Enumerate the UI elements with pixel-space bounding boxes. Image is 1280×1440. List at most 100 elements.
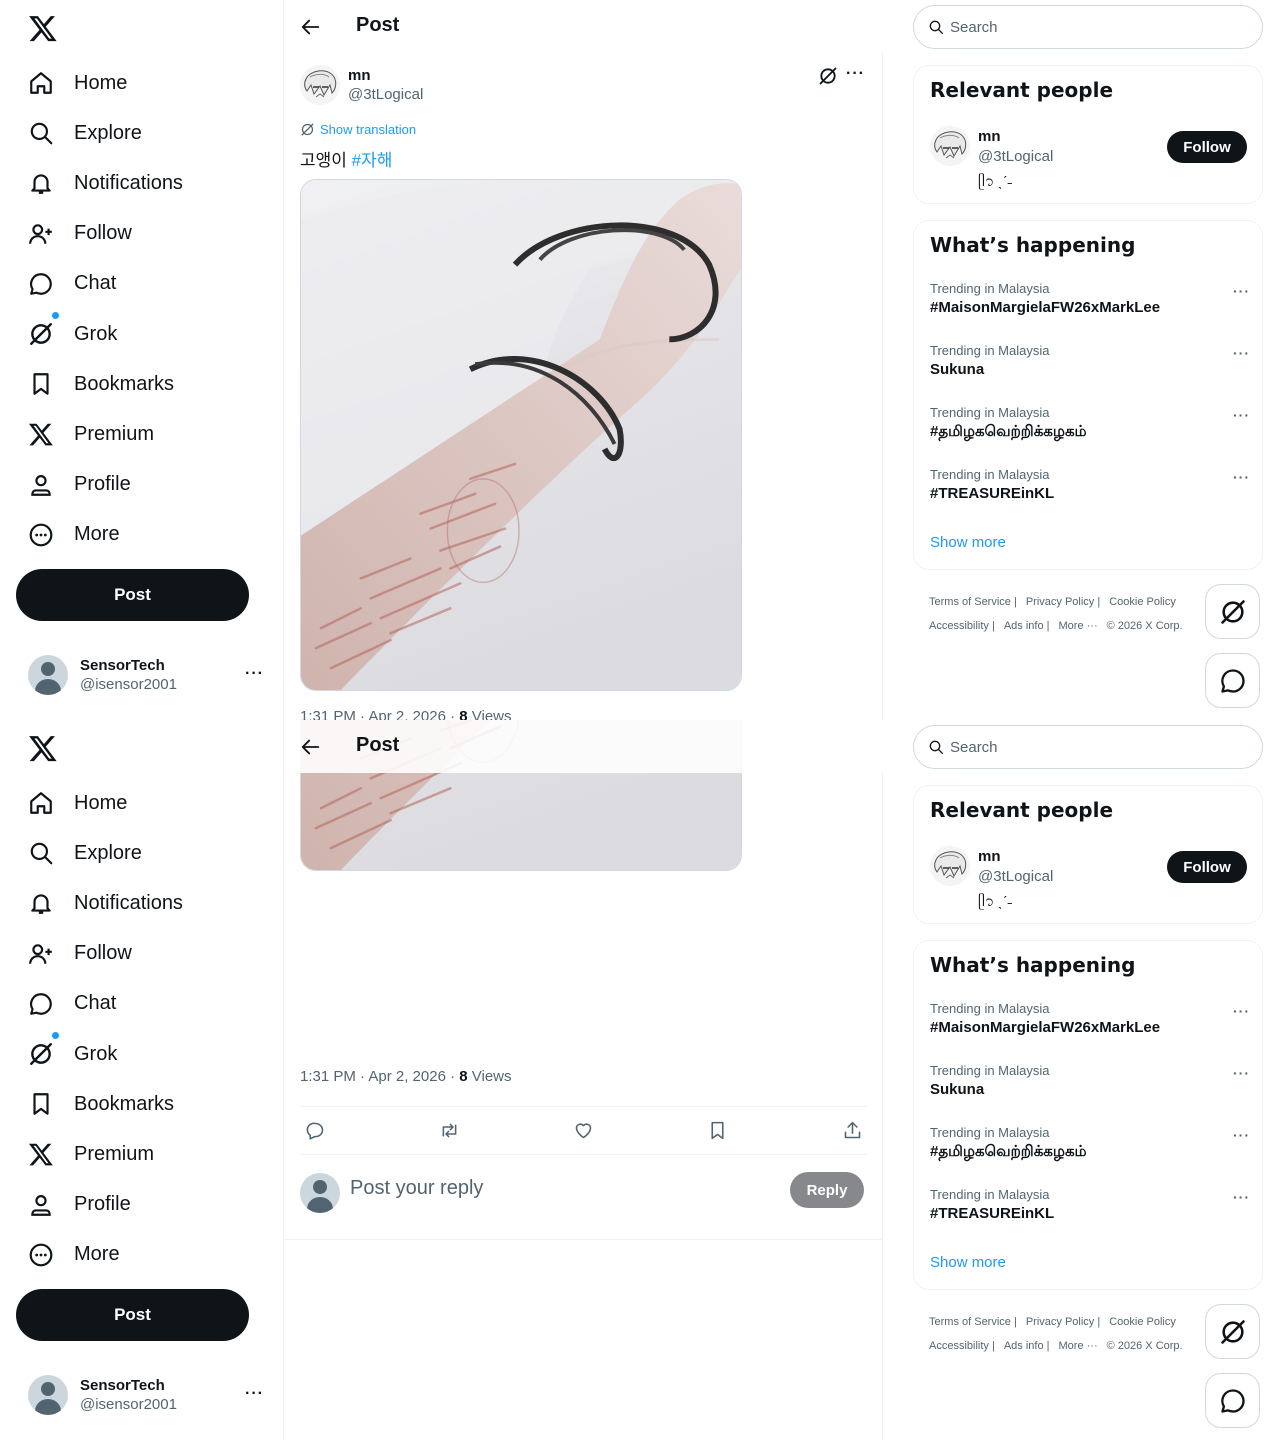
nav-item-notifications[interactable]: Notifications [16, 158, 266, 208]
grok-icon[interactable] [818, 66, 838, 86]
avatar[interactable] [930, 126, 970, 166]
trend-item[interactable]: Trending in Malaysia #தமிழகவெற்றிக்கழகம் ·… [930, 1125, 1250, 1181]
trend-item[interactable]: Trending in Malaysia #தமிழகவெற்றிக்கழகம் ·… [930, 405, 1250, 461]
more-icon[interactable]: ··· [1233, 1189, 1250, 1205]
footer-link[interactable]: Accessibility | [929, 1340, 995, 1352]
trend-item[interactable]: Trending in Malaysia Sukuna ··· [930, 1063, 1250, 1119]
more-icon[interactable]: ··· [1233, 283, 1250, 299]
more-icon[interactable]: ··· [846, 65, 865, 83]
trend-item[interactable]: Trending in Malaysia #MaisonMargielaFW26x… [930, 1001, 1250, 1057]
separator: · [445, 708, 460, 720]
footer-link[interactable]: Privacy Policy | [1026, 596, 1100, 608]
follow-button[interactable]: Follow [1167, 131, 1247, 163]
show-more-link[interactable]: Show more [930, 1254, 1006, 1271]
person-handle[interactable]: @3tLogical [978, 148, 1053, 165]
grok-float-button[interactable] [1205, 1304, 1260, 1359]
nav-item-notifications[interactable]: Notifications [16, 878, 266, 928]
avatar[interactable] [930, 846, 970, 886]
nav-item-home[interactable]: Home [16, 778, 266, 828]
footer-link[interactable]: Ads info | [1004, 620, 1050, 632]
nav-item-home[interactable]: Home [16, 58, 266, 108]
footer-link[interactable]: Terms of Service | [929, 596, 1017, 608]
footer-link[interactable]: Terms of Service | [929, 1316, 1017, 1328]
compose-post-button[interactable]: Post [16, 569, 249, 621]
nav-item-chat[interactable]: Chat [16, 979, 266, 1029]
nav-item-more[interactable]: More [16, 510, 266, 560]
bookmark-button[interactable] [707, 1120, 729, 1142]
avatar[interactable] [300, 65, 340, 105]
translation-label: Show translation [320, 122, 417, 137]
nav-item-premium[interactable]: Premium [16, 409, 266, 459]
account-switcher[interactable]: SensorTech @isensor2001 ··· [16, 643, 272, 707]
person-name[interactable]: mn [978, 848, 1001, 865]
nav-item-more[interactable]: More [16, 1230, 266, 1280]
follow-button[interactable]: Follow [1167, 851, 1247, 883]
more-icon[interactable]: ··· [245, 1385, 264, 1403]
trend-item[interactable]: Trending in Malaysia Sukuna ··· [930, 343, 1250, 399]
hashtag-link[interactable]: #자해 [352, 151, 393, 170]
reply-input[interactable] [350, 1172, 770, 1204]
tweet-actions [300, 1106, 867, 1155]
nav-label: Explore [74, 841, 142, 864]
more-icon[interactable]: ··· [1233, 1003, 1250, 1019]
footer-link[interactable]: More ··· [1059, 1340, 1098, 1352]
repost-button[interactable] [438, 1120, 460, 1142]
author-handle[interactable]: @3tLogical [348, 86, 423, 103]
x-logo-icon[interactable] [28, 733, 58, 763]
show-translation-link[interactable]: Show translation [300, 122, 416, 137]
more-icon[interactable]: ··· [1233, 345, 1250, 361]
show-more-link[interactable]: Show more [930, 534, 1006, 551]
trend-item[interactable]: Trending in Malaysia #MaisonMargielaFW26x… [930, 281, 1250, 337]
post-time[interactable]: 1:31 PM · Apr 2, 2026 [300, 708, 446, 720]
nav-item-profile[interactable]: Profile [16, 460, 266, 510]
chat-float-button[interactable] [1205, 653, 1260, 708]
more-icon[interactable]: ··· [1233, 407, 1250, 423]
footer-link[interactable]: Ads info | [1004, 1340, 1050, 1352]
x-logo-icon[interactable] [28, 13, 58, 43]
footer-link[interactable]: More ··· [1059, 620, 1098, 632]
nav-label: Chat [74, 272, 117, 295]
search-box[interactable] [913, 725, 1263, 769]
author-name[interactable]: mn [348, 67, 371, 84]
back-arrow-icon[interactable] [300, 16, 322, 38]
more-icon[interactable]: ··· [245, 665, 264, 683]
nav-item-explore[interactable]: Explore [16, 828, 266, 878]
nav-item-explore[interactable]: Explore [16, 108, 266, 158]
like-button[interactable] [573, 1120, 595, 1142]
nav-item-premium[interactable]: Premium [16, 1129, 266, 1179]
account-switcher[interactable]: SensorTech @isensor2001 ··· [16, 1363, 272, 1427]
nav-item-follow[interactable]: Follow [16, 929, 266, 979]
footer-link[interactable]: Privacy Policy | [1026, 1316, 1100, 1328]
back-arrow-icon[interactable] [300, 736, 322, 758]
nav-item-grok[interactable]: Grok [16, 1029, 266, 1079]
footer-link[interactable]: Cookie Policy [1109, 596, 1176, 608]
nav-item-grok[interactable]: Grok [16, 309, 266, 359]
nav-item-bookmarks[interactable]: Bookmarks [16, 1079, 266, 1129]
trend-context: Trending in Malaysia [930, 467, 1050, 482]
trend-item[interactable]: Trending in Malaysia #TREASUREinKL ··· [930, 1187, 1250, 1243]
post-time[interactable]: 1:31 PM · Apr 2, 2026 [300, 1068, 446, 1085]
compose-post-button[interactable]: Post [16, 1289, 249, 1341]
trend-item[interactable]: Trending in Malaysia #TREASUREinKL ··· [930, 467, 1250, 523]
more-icon[interactable]: ··· [1233, 1127, 1250, 1143]
search-input[interactable] [950, 738, 1240, 756]
more-icon[interactable]: ··· [1233, 1065, 1250, 1081]
share-button[interactable] [841, 1120, 863, 1142]
person-name[interactable]: mn [978, 128, 1001, 145]
more-circle-icon [28, 1242, 54, 1268]
nav-item-follow[interactable]: Follow [16, 209, 266, 259]
search-input[interactable] [950, 18, 1240, 36]
grok-float-button[interactable] [1205, 584, 1260, 639]
reply-submit-button[interactable]: Reply [790, 1172, 864, 1208]
chat-float-button[interactable] [1205, 1373, 1260, 1428]
footer-link[interactable]: Cookie Policy [1109, 1316, 1176, 1328]
reply-button[interactable] [304, 1120, 326, 1142]
person-handle[interactable]: @3tLogical [978, 868, 1053, 885]
search-box[interactable] [913, 5, 1263, 49]
tweet-photo[interactable] [300, 179, 742, 691]
more-icon[interactable]: ··· [1233, 469, 1250, 485]
nav-item-bookmarks[interactable]: Bookmarks [16, 359, 266, 409]
footer-link[interactable]: Accessibility | [929, 620, 995, 632]
nav-item-chat[interactable]: Chat [16, 259, 266, 309]
nav-item-profile[interactable]: Profile [16, 1180, 266, 1230]
